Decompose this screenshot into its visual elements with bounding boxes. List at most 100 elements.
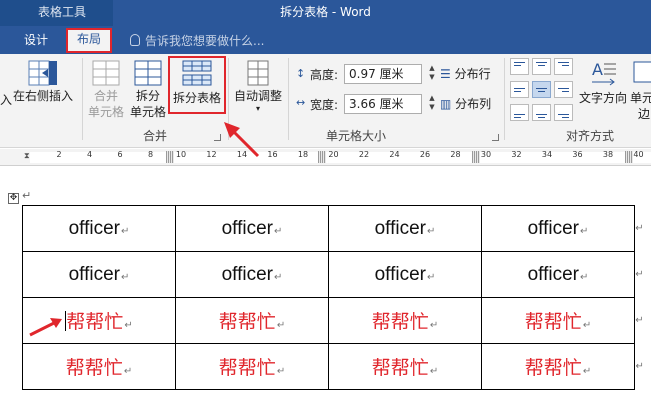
group-divider xyxy=(82,58,83,140)
cell-text: officer xyxy=(374,217,426,239)
ruler-tick-label: 16 xyxy=(267,150,278,159)
ruler-tick-label: 24 xyxy=(389,150,400,159)
svg-text:A: A xyxy=(592,60,603,79)
document-canvas[interactable]: ✥ ↵ officer↵ officer↵ officer↵ officer↵ ↵ off… xyxy=(0,167,651,405)
column-marker[interactable] xyxy=(472,151,480,163)
merge-group-label: 合并 xyxy=(143,129,168,143)
align-bottom-center-button[interactable] xyxy=(532,104,551,121)
height-input[interactable]: 0.97 厘米 xyxy=(344,64,422,84)
cell-text: officer xyxy=(221,263,273,285)
align-top-left-button[interactable] xyxy=(510,58,529,75)
ruler-tick-label: 10 xyxy=(175,150,187,159)
table-cell[interactable]: 帮帮忙↵ xyxy=(328,297,482,344)
lightbulb-icon xyxy=(130,34,140,46)
table-cell[interactable]: officer↵ xyxy=(328,251,482,298)
table-cell[interactable]: 帮帮忙↵ xyxy=(481,297,635,344)
horizontal-ruler[interactable]: ⧗ 2 4 6 8 10 12 14 16 18 20 22 24 26 28 30 32 34 36 38 40 xyxy=(0,149,651,166)
split-table-highlight xyxy=(168,56,226,114)
distribute-rows-button[interactable]: ☰ 分布行 xyxy=(440,66,496,82)
cell-end-mark: ↵ xyxy=(121,271,130,283)
table-cell[interactable]: 帮帮忙↵ xyxy=(22,343,176,390)
cell-text: 帮帮忙 xyxy=(371,357,429,379)
ruler-tick-label: 20 xyxy=(328,150,339,159)
height-spinner[interactable]: ▲ ▼ xyxy=(426,64,438,84)
tab-layout[interactable]: 布局 xyxy=(66,28,112,53)
indent-marker-icon[interactable]: ⧗ xyxy=(24,151,30,161)
ruler-tick-label: 40 xyxy=(633,150,644,159)
column-marker[interactable] xyxy=(166,151,174,163)
table-move-handle-icon[interactable]: ✥ xyxy=(8,193,19,204)
table-cell[interactable]: officer↵ xyxy=(175,205,329,252)
ruler-tick-label: 36 xyxy=(572,150,583,159)
ribbon-tab-row: 设计 布局 告诉我您想要做什么... xyxy=(0,26,651,54)
align-bottom-right-button[interactable] xyxy=(554,104,573,121)
distribute-rows-icon: ☰ xyxy=(440,67,451,81)
table-cell[interactable]: officer↵ xyxy=(328,205,482,252)
ruler-tick-label: 32 xyxy=(511,150,522,159)
text-direction-icon: A xyxy=(592,60,616,86)
width-input[interactable]: 3.66 厘米 xyxy=(344,94,422,114)
table-cell[interactable]: officer↵ xyxy=(22,251,176,298)
insert-right-button[interactable]: 在右侧插入 xyxy=(10,60,76,104)
table-cell[interactable]: 帮帮忙↵ xyxy=(175,297,329,344)
split-cells-icon xyxy=(134,60,162,86)
align-middle-center-button[interactable] xyxy=(532,81,551,98)
align-middle-left-button[interactable] xyxy=(510,81,529,98)
align-middle-right-button[interactable] xyxy=(554,81,573,98)
table-cell[interactable]: officer↵ xyxy=(22,205,176,252)
table-cell[interactable]: officer↵ xyxy=(481,205,635,252)
tell-me-search[interactable]: 告诉我您想要做什么... xyxy=(130,30,264,52)
merge-cells-button[interactable]: 合并 单元格 xyxy=(86,60,126,120)
table-row: officer↵ officer↵ officer↵ officer↵ ↵ xyxy=(22,205,645,252)
word-table[interactable]: officer↵ officer↵ officer↵ officer↵ ↵ officer… xyxy=(22,205,645,390)
cell-text: 帮帮忙 xyxy=(524,357,582,379)
merge-cells-icon xyxy=(92,60,120,86)
distribute-columns-button[interactable]: ▥ 分布列 xyxy=(440,96,496,112)
autofit-icon xyxy=(247,60,269,86)
ruler-tick-label: 2 xyxy=(56,150,62,159)
ruler-tick-label: 22 xyxy=(358,150,370,159)
red-arrow-icon xyxy=(224,122,260,158)
cell-end-mark: ↵ xyxy=(121,225,130,237)
ruler-tick-label: 28 xyxy=(450,150,461,159)
table-cell[interactable]: officer↵ xyxy=(481,251,635,298)
width-spinner[interactable]: ▲ ▼ xyxy=(426,94,438,114)
tell-me-text: 告诉我您想要做什么... xyxy=(145,34,265,48)
cell-text: officer xyxy=(68,263,120,285)
table-cell[interactable]: 帮帮忙↵ xyxy=(175,343,329,390)
cell-end-mark: ↵ xyxy=(427,271,436,283)
align-top-center-button[interactable] xyxy=(532,58,551,75)
insert-left-button-partial[interactable]: 入 xyxy=(0,92,12,108)
cell-text: officer xyxy=(527,217,579,239)
table-cell[interactable]: officer↵ xyxy=(175,251,329,298)
table-row: 帮帮忙↵ 帮帮忙↵ 帮帮忙↵ 帮帮忙↵ ↵ xyxy=(22,297,645,344)
cell-end-mark: ↵ xyxy=(276,320,286,331)
group-divider xyxy=(288,58,289,140)
cell-margins-button-partial[interactable]: 单元 边 xyxy=(630,58,651,122)
table-cell[interactable]: 帮帮忙↵ xyxy=(481,343,635,390)
cell-end-mark: ↵ xyxy=(429,366,439,377)
ruler-band xyxy=(30,152,651,163)
table-row: 帮帮忙↵ 帮帮忙↵ 帮帮忙↵ 帮帮忙↵ ↵ xyxy=(22,343,645,390)
table-row: officer↵ officer↵ officer↵ officer↵ ↵ xyxy=(22,251,645,298)
autofit-button[interactable]: 自动调整 ▾ xyxy=(232,60,284,114)
cell-width-control: ↔ 宽度: 3.66 厘米 ▲ ▼ xyxy=(296,94,456,114)
cell-text: 帮帮忙 xyxy=(371,311,429,333)
table-cell[interactable]: 帮帮忙↵ xyxy=(328,343,482,390)
split-cells-button[interactable]: 拆分 单元格 xyxy=(128,60,168,120)
ruler-tick-label: 12 xyxy=(206,150,217,159)
ruler-tick-label: 30 xyxy=(480,150,492,159)
cell-end-mark: ↵ xyxy=(580,271,589,283)
cell-text: 帮帮忙 xyxy=(218,311,276,333)
cell-text: 帮帮忙 xyxy=(66,311,124,333)
align-top-right-button[interactable] xyxy=(554,58,573,75)
column-marker[interactable] xyxy=(318,151,326,163)
column-marker[interactable] xyxy=(625,151,633,163)
tab-design[interactable]: 设计 xyxy=(16,29,56,52)
align-bottom-left-button[interactable] xyxy=(510,104,529,121)
cell-end-mark: ↵ xyxy=(582,320,592,331)
text-direction-button[interactable]: A 文字方向 xyxy=(578,58,628,106)
insert-right-icon xyxy=(28,60,57,86)
cell-size-group-launcher-icon[interactable] xyxy=(492,134,499,141)
red-arrow-icon xyxy=(29,318,62,337)
